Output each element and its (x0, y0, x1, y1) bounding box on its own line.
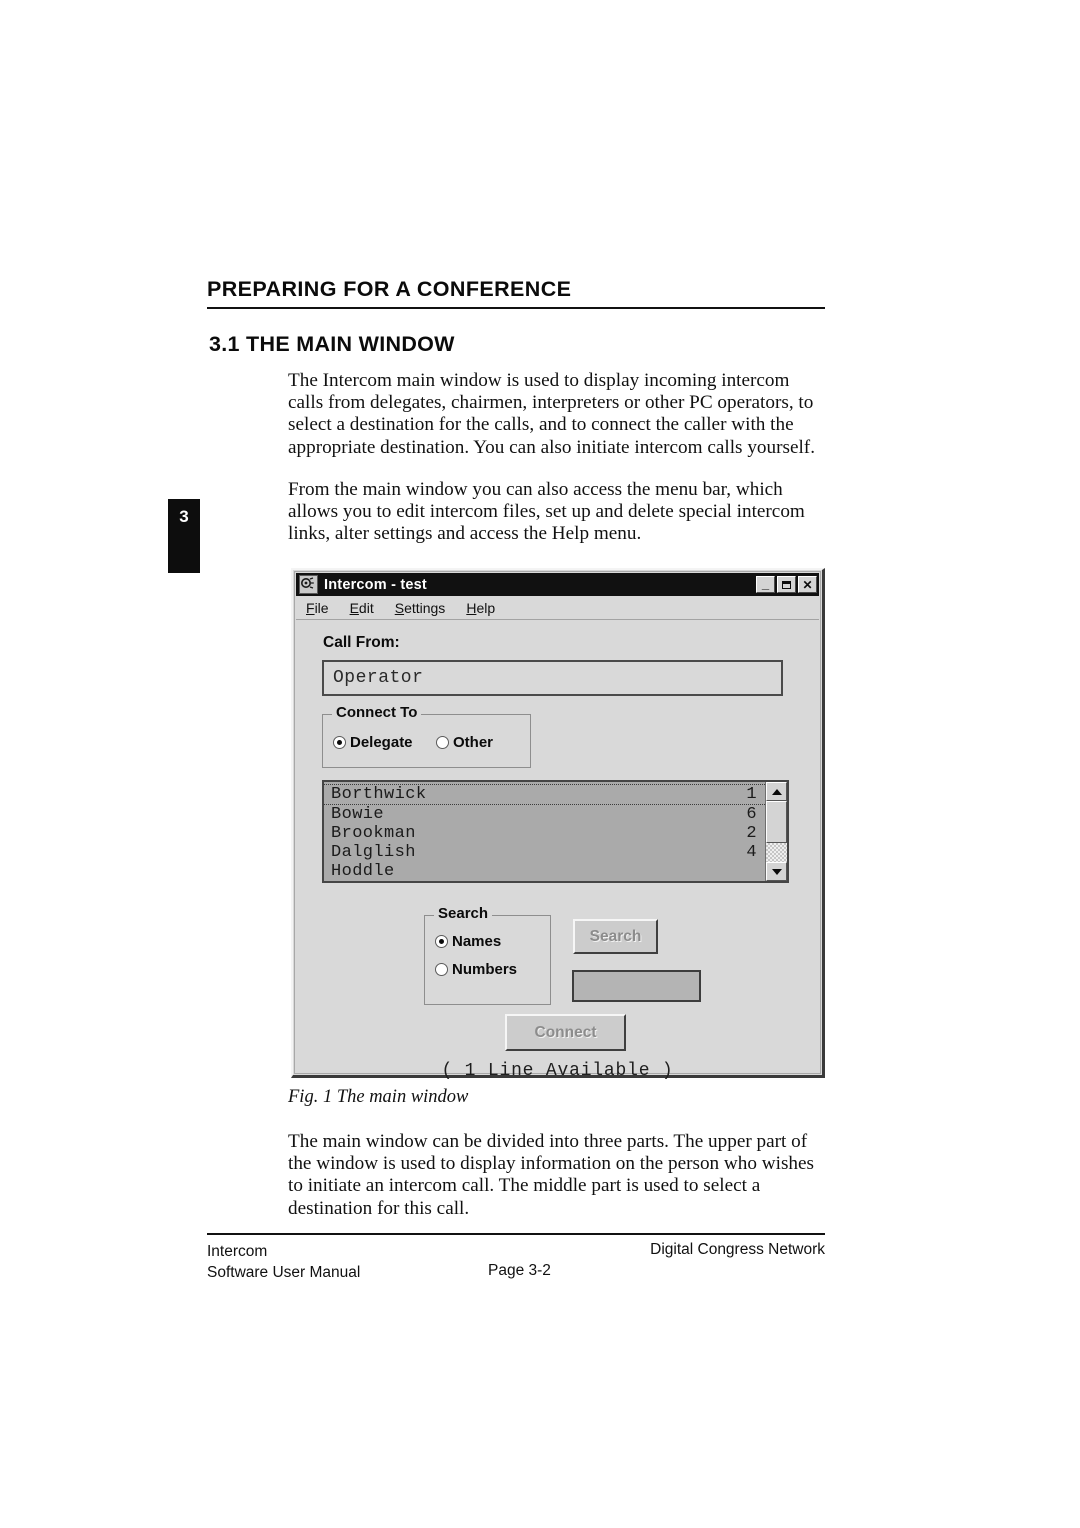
call-from-input[interactable]: Operator (322, 660, 783, 696)
list-item[interactable]: Bowie 6 (324, 805, 765, 824)
scroll-up-button[interactable] (766, 782, 787, 801)
menu-accel-file: F (306, 599, 315, 616)
intercom-phone-icon (299, 575, 318, 594)
menu-accel-settings: S (394, 599, 405, 616)
menu-item-file[interactable]: File (306, 600, 329, 616)
menu-rest-edit: dit (358, 599, 374, 616)
document-page: 3 PREPARING FOR A CONFERENCE 3.1 THE MAI… (0, 0, 1080, 1528)
connect-to-group-label: Connect To (332, 704, 422, 721)
intercom-main-window: Intercom - test _ ✕ File Edit Settings H… (291, 568, 825, 1081)
menu-rest-help: elp (476, 599, 496, 616)
close-button[interactable]: ✕ (798, 576, 817, 593)
list-item[interactable]: Dalglish 4 (324, 843, 765, 862)
menubar: File Edit Settings Help (296, 596, 819, 620)
dialog-client-area: Call From: Operator Connect To Delegate … (296, 620, 819, 1081)
body-paragraph-3: The main window can be divided into thre… (288, 1131, 814, 1219)
menu-accel-help: H (466, 599, 477, 616)
scrollbar-track[interactable] (766, 801, 787, 862)
radio-selected-icon (333, 736, 346, 749)
body-paragraph-2: From the main window you can also access… (288, 479, 805, 545)
scrollbar-thumb[interactable] (766, 801, 787, 843)
radio-connect-to-other[interactable]: Other (436, 734, 493, 751)
page-title: PREPARING FOR A CONFERENCE (207, 277, 572, 301)
chevron-down-icon (771, 868, 782, 875)
radio-label-delegate: Delegate (350, 734, 413, 751)
menu-item-help[interactable]: Help (466, 600, 495, 616)
search-group-label: Search (434, 905, 493, 922)
list-item-number: 4 (746, 843, 757, 862)
chevron-up-icon (771, 788, 782, 795)
radio-label-names: Names (452, 933, 502, 950)
scroll-down-button[interactable] (766, 862, 787, 881)
list-item-name: Dalglish (331, 843, 416, 862)
delegate-listbox[interactable]: Borthwick 1 Bowie 6 Brookman 2 Dalglish … (322, 780, 789, 883)
maximize-button[interactable] (777, 576, 796, 593)
list-item-name: Borthwick (331, 785, 427, 804)
minimize-button[interactable]: _ (756, 576, 775, 593)
footer-columns: Intercom Software User Manual Page 3-2 D… (207, 1235, 825, 1289)
radio-unselected-icon (436, 736, 449, 749)
window-controls: _ ✕ (756, 576, 817, 593)
window-title: Intercom - test (324, 576, 427, 593)
list-item-name: Hoddle (331, 862, 395, 881)
maximize-icon (778, 577, 795, 592)
minimize-icon: _ (761, 576, 770, 591)
menu-item-edit[interactable]: Edit (350, 600, 374, 616)
figure-caption: Fig. 1 The main window (288, 1087, 469, 1107)
list-item-number: 1 (746, 785, 757, 804)
radio-search-numbers[interactable]: Numbers (435, 961, 517, 978)
page-footer: Intercom Software User Manual Page 3-2 D… (207, 1233, 825, 1289)
footer-manual-name: Software User Manual (207, 1264, 361, 1281)
connect-to-groupbox: Connect To Delegate Other (322, 704, 531, 768)
list-item-number: 2 (746, 824, 757, 843)
radio-label-other: Other (453, 734, 494, 751)
list-item[interactable]: Hoddle (324, 862, 765, 881)
listbox-items: Borthwick 1 Bowie 6 Brookman 2 Dalglish … (324, 782, 765, 881)
search-button-label: Search (589, 927, 642, 945)
radio-connect-to-delegate[interactable]: Delegate (333, 734, 413, 751)
footer-product-name: Intercom (207, 1243, 268, 1260)
section-title: 3.1 THE MAIN WINDOW (209, 332, 455, 356)
footer-left: Intercom Software User Manual (207, 1241, 360, 1283)
window-titlebar[interactable]: Intercom - test _ ✕ (296, 573, 819, 596)
search-button[interactable]: Search (573, 919, 658, 954)
search-groupbox: Search Names Numbers (424, 905, 551, 1005)
menu-item-settings[interactable]: Settings (395, 600, 446, 616)
menu-accel-edit: E (349, 599, 359, 616)
search-input[interactable] (572, 970, 701, 1002)
connect-button-label: Connect (534, 1023, 597, 1041)
menu-rest-settings: ettings (404, 599, 446, 616)
connect-button[interactable]: Connect (505, 1014, 626, 1051)
chapter-tab-marker: 3 (168, 499, 200, 573)
radio-search-names[interactable]: Names (435, 933, 501, 950)
close-icon: ✕ (802, 577, 813, 592)
call-from-value: Operator (333, 668, 424, 688)
heading-block: PREPARING FOR A CONFERENCE 3.1 THE MAIN … (207, 277, 825, 357)
list-item-name: Bowie (331, 805, 385, 824)
footer-page-number: Page 3-2 (488, 1262, 551, 1279)
radio-selected-icon (435, 935, 448, 948)
status-badge: ( 1 Line Available ) (441, 1061, 674, 1081)
radio-label-numbers: Numbers (452, 961, 518, 978)
menu-rest-file: ile (314, 599, 329, 616)
body-paragraph-1: The Intercom main window is used to disp… (288, 370, 815, 458)
radio-unselected-icon (435, 963, 448, 976)
footer-brand: Digital Congress Network (650, 1241, 825, 1258)
list-item[interactable]: Brookman 2 (324, 824, 765, 843)
list-item-number: 6 (746, 805, 757, 824)
chapter-number: 3 (179, 507, 189, 526)
list-item-name: Brookman (331, 824, 416, 843)
call-from-label: Call From: (323, 634, 400, 651)
list-item[interactable]: Borthwick 1 (324, 784, 765, 805)
listbox-scrollbar[interactable] (765, 782, 787, 881)
